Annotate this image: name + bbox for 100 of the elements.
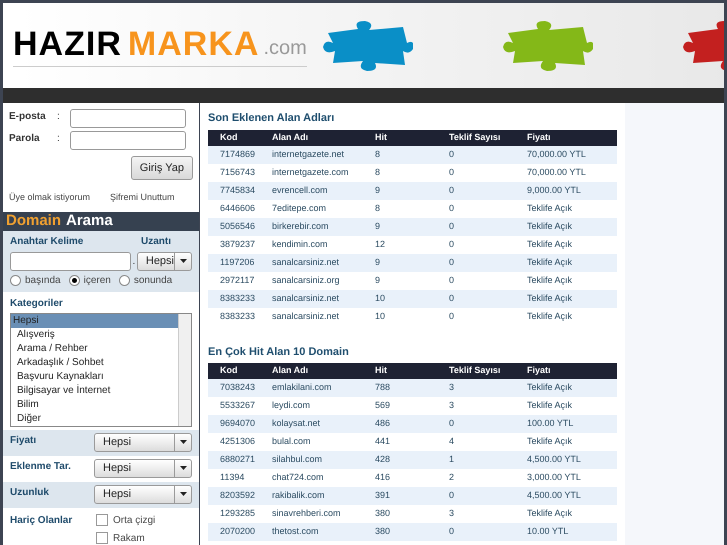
field-label: Uzantı — [141, 234, 171, 248]
table-cell-text: 380 — [375, 525, 392, 538]
dropdown[interactable]: Hepsi — [136, 252, 192, 270]
table-row[interactable]: 7174869 internetgazete.net 8 0 70,000.00 YTL — [208, 146, 617, 164]
table-cell-text: 100.00 YTL — [527, 417, 574, 430]
dropdown[interactable]: Hepsi — [94, 458, 192, 478]
table-cell-text: 70,000.00 YTL — [527, 148, 587, 161]
table-cell-text: 70,000.00 YTL — [527, 166, 587, 179]
radio-label: içeren — [84, 274, 111, 288]
list-item[interactable]: Başvuru Kaynakları — [11, 370, 178, 384]
table-cell-text: 788 — [375, 381, 392, 394]
table-cell-text: 2 — [449, 471, 456, 484]
table-cell-text: Teklife Açık — [527, 381, 574, 394]
list-item[interactable]: Bilgisayar ve İnternet — [11, 384, 178, 398]
table-cell-text: 10 — [375, 292, 386, 305]
table-cell-text: sanalcarsiniz.org — [272, 274, 341, 287]
checkbox[interactable] — [96, 532, 108, 544]
radio-button[interactable] — [10, 274, 21, 286]
site-logo[interactable]: HAZIR MARKA.com — [13, 24, 307, 67]
table-row[interactable]: 7745834 evrencell.com 9 0 9,000.00 YTL — [208, 182, 617, 200]
colon-text: : — [57, 110, 61, 124]
table-cell-text: 11394 — [219, 471, 246, 484]
table-cell-text: 0 — [449, 274, 456, 287]
table-cell-text: silahbul.com — [272, 453, 324, 466]
table-row[interactable]: 2070200 thetost.com 380 0 10.00 YTL — [208, 523, 617, 541]
list-item[interactable]: Arkadaşlık / Sohbet — [11, 356, 178, 370]
list-item[interactable]: Arama / Rehber — [11, 342, 178, 356]
checkbox[interactable] — [96, 514, 108, 526]
table-cell-text: 8203592 — [219, 489, 256, 502]
table-cell-text: bulal.com — [272, 435, 312, 448]
table-cell-text: birkerebir.com — [272, 220, 330, 233]
table-cell-text: Teklife Açık — [527, 399, 574, 412]
keyword-input-field[interactable] — [10, 252, 131, 270]
table-cell-text: 5056546 — [219, 220, 256, 233]
caret-icon — [180, 492, 186, 496]
table-cell-text: 0 — [449, 417, 456, 430]
table-cell-text: Teklife Açık — [527, 274, 574, 287]
table-cell-text: thetost.com — [272, 525, 320, 538]
table-cell-text: 9 — [375, 256, 382, 269]
table-cell-text: 7174869 — [219, 148, 256, 161]
table-row[interactable]: 7038243 emlakilani.com 788 3 Teklife Açık — [208, 379, 617, 397]
list-item[interactable]: Alışveriş — [11, 328, 178, 342]
table-cell-text: 380 — [375, 507, 392, 520]
table-cell-text: 569 — [375, 399, 392, 412]
table-cell-text: 8383233 — [219, 292, 256, 305]
table-cell-text: 486 — [375, 417, 392, 430]
input-field[interactable] — [70, 109, 186, 128]
checkbox-label: Orta çizgi — [113, 514, 156, 528]
login-button[interactable]: Giriş Yap — [130, 156, 193, 180]
table-row[interactable]: 5056546 birkerebir.com 9 0 Teklife Açık — [208, 218, 617, 236]
table-cell-text: 4251306 — [219, 435, 256, 448]
logo-text: .com — [263, 36, 307, 60]
table-cell-text: 7038243 — [219, 381, 256, 394]
table-cell-text: emlakilani.com — [272, 381, 333, 394]
table-cell-text: 3 — [449, 507, 456, 520]
table-row[interactable]: 9694070 kolaysat.net 486 0 100.00 YTL — [208, 415, 617, 433]
field-label: Hariç Olanlar — [10, 514, 74, 528]
table-row[interactable]: 6880271 silahbul.com 428 1 4,500.00 YTL — [208, 451, 617, 469]
radio-button[interactable] — [68, 274, 80, 286]
category-listbox[interactable]: Hepsi Alışveriş Arama / Rehber Arkadaşlık / Sohbet Başvuru Kaynakları Bilgisayar ve İnternet Bilim Diğer — [10, 312, 192, 426]
dropdown[interactable]: Hepsi — [94, 432, 192, 452]
text-link[interactable]: Şifremi Unuttum — [110, 191, 175, 204]
radio-button[interactable] — [118, 274, 130, 286]
table-cell-text: 9694070 — [219, 417, 256, 430]
checkbox-label: Rakam — [113, 532, 145, 545]
input-field[interactable] — [70, 131, 186, 150]
table-cell-text: Teklife Açık — [527, 220, 574, 233]
section-title: Domain — [6, 210, 62, 231]
table-cell-text: Teklife Açık — [527, 238, 574, 251]
table-cell-text: internetgazete.net — [272, 148, 346, 161]
table-cell-text: 391 — [375, 489, 392, 502]
table-cell-text: 3,000.00 YTL — [527, 471, 582, 484]
table-cell-text: Teklife Açık — [527, 310, 574, 323]
list-item[interactable]: Hepsi — [11, 314, 178, 328]
list-item[interactable]: Bilim — [11, 398, 178, 412]
table-row[interactable]: 8203592 rakibalik.com 391 0 4,500.00 YTL — [208, 487, 617, 505]
table-cell-text: 0 — [449, 238, 456, 251]
scrollbar[interactable] — [178, 314, 191, 426]
colon-text: : — [57, 132, 61, 146]
column-header: Hit — [375, 130, 388, 144]
table-row[interactable]: 1197206 sanalcarsiniz.net 9 0 Teklife Açık — [208, 254, 617, 272]
table-cell-text: kendimin.com — [272, 238, 329, 251]
table-cell-text: chat724.com — [272, 471, 325, 484]
field-label: Anahtar Kelime — [10, 234, 84, 248]
text-link[interactable]: Üye olmak istiyorum — [9, 191, 90, 204]
field-label: E-posta — [9, 110, 47, 124]
table-cell-text: 9,000.00 YTL — [527, 184, 582, 197]
dropdown[interactable]: Hepsi — [94, 484, 192, 504]
caret-icon — [180, 259, 186, 263]
table-cell-text: Teklife Açık — [527, 202, 574, 215]
table-cell-text: 12 — [375, 238, 386, 251]
table-cell-text: 428 — [375, 453, 392, 466]
table-cell-text: kolaysat.net — [272, 417, 322, 430]
list-item[interactable]: Diğer — [11, 412, 178, 426]
table-cell-text: Teklife Açık — [527, 256, 574, 269]
table-row[interactable]: 8383233 sanalcarsiniz.net 10 0 Teklife Açık — [208, 290, 617, 308]
table-cell-text: 0 — [449, 220, 456, 233]
radio-label: sonunda — [134, 274, 172, 288]
table-cell-text: sanalcarsiniz.net — [272, 310, 340, 323]
table-cell-text: 10 — [375, 310, 386, 323]
